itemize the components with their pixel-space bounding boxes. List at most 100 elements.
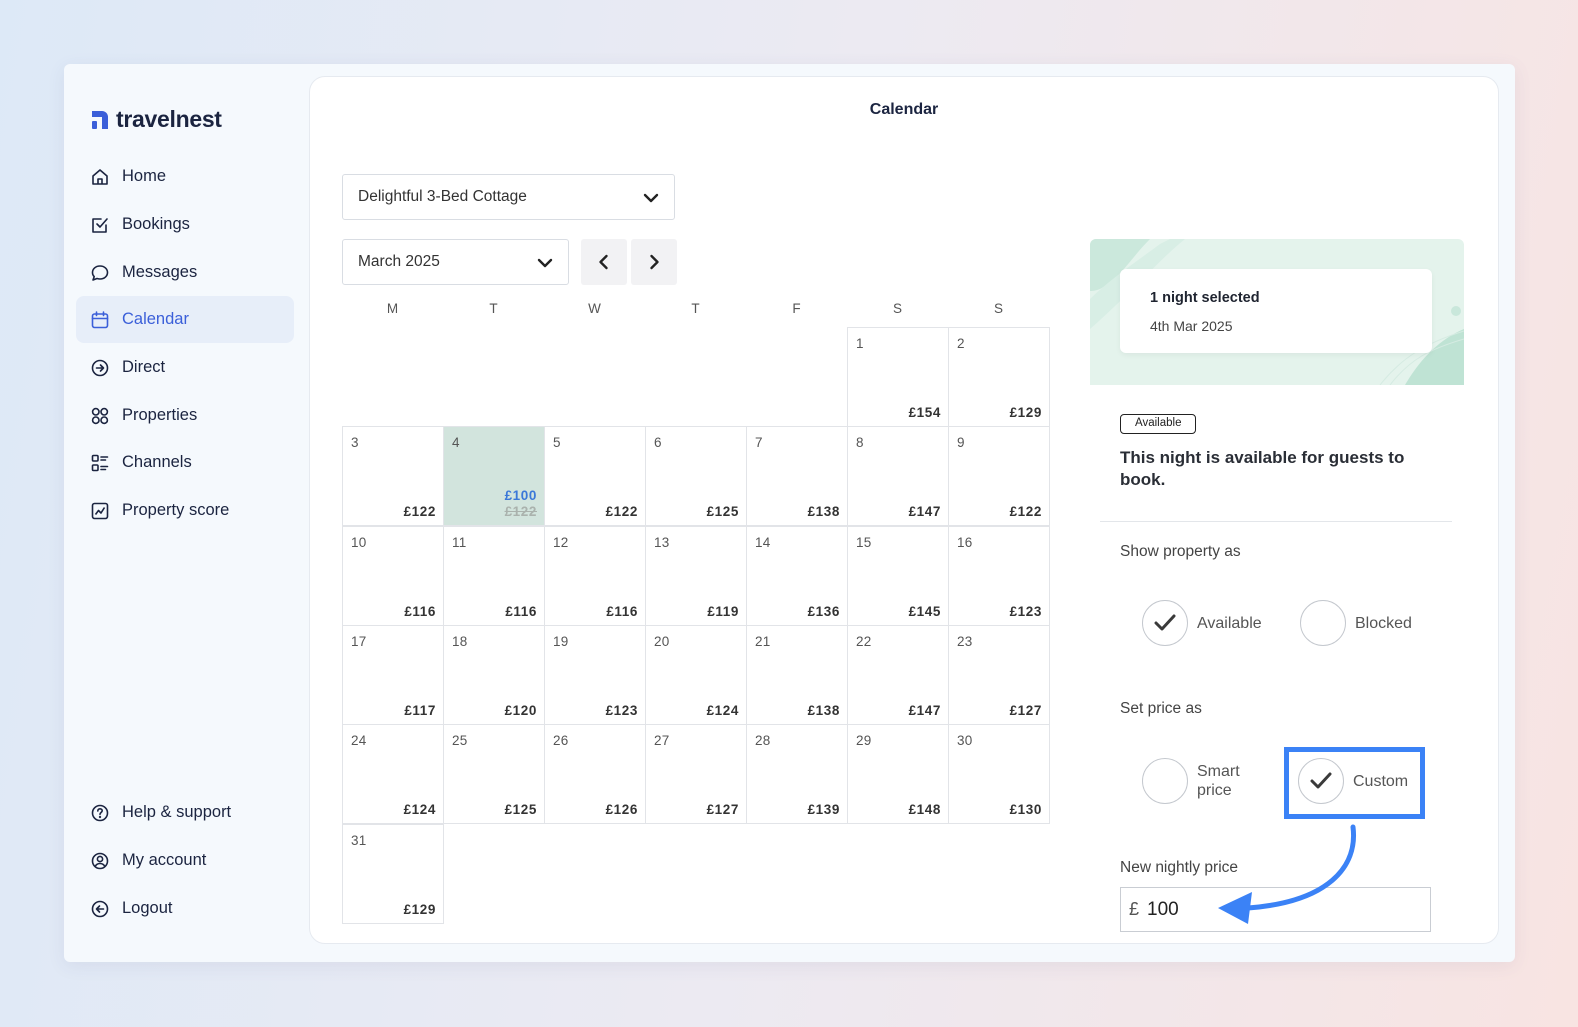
calendar-day[interactable]: 4 £100 £122 xyxy=(443,426,545,527)
day-number: 30 xyxy=(957,733,973,749)
calendar-day[interactable]: 24 £124 xyxy=(342,724,444,825)
sidebar-item-help-support[interactable]: Help & support xyxy=(76,789,294,836)
calendar-day[interactable]: 13 £119 xyxy=(645,525,747,626)
month-select[interactable]: March 2025 xyxy=(342,239,569,285)
calendar-day[interactable]: 5 £122 xyxy=(544,426,646,527)
calendar-day[interactable]: 26 £126 xyxy=(544,724,646,825)
day-number: 17 xyxy=(351,633,367,649)
day-price: £122 xyxy=(403,504,436,520)
calendar-day[interactable]: 14 £136 xyxy=(746,525,848,626)
sidebar-item-label: Messages xyxy=(122,263,198,281)
calendar-day[interactable]: 29 £148 xyxy=(847,724,949,825)
day-number: 12 xyxy=(553,534,569,550)
day-price: £129 xyxy=(403,901,436,917)
calendar-day[interactable]: 9 £122 xyxy=(948,426,1050,527)
calendar-day[interactable]: 23 £127 xyxy=(948,624,1050,725)
sidebar-item-channels[interactable]: Channels xyxy=(76,439,294,486)
calendar-day[interactable]: 27 £127 xyxy=(645,724,747,825)
old-day-price: £122 xyxy=(504,504,537,520)
calendar-day[interactable]: 3 £122 xyxy=(342,426,444,527)
calendar-day[interactable]: 11 £116 xyxy=(443,525,545,626)
home-icon xyxy=(92,168,108,185)
bookings-icon xyxy=(92,217,108,233)
smart-price-option-label[interactable]: Smart price xyxy=(1197,762,1257,800)
calendar-day[interactable]: 12 £116 xyxy=(544,525,646,626)
calendar-day[interactable]: 16 £123 xyxy=(948,525,1050,626)
messages-icon xyxy=(91,264,109,281)
nightly-price-input[interactable]: £ 100 xyxy=(1120,887,1431,932)
sidebar-item-messages[interactable]: Messages xyxy=(76,249,294,296)
main-content: Calendar Delightful 3-Bed Cottage March … xyxy=(309,76,1499,944)
brand-logo[interactable]: travelnest xyxy=(90,106,222,133)
day-price: £129 xyxy=(1009,405,1042,420)
calendar-day[interactable]: 31 £129 xyxy=(342,823,444,924)
calendar-day[interactable]: 25 £125 xyxy=(443,724,545,825)
sidebar-item-properties[interactable]: Properties xyxy=(76,392,294,439)
sidebar-item-bookings[interactable]: Bookings xyxy=(76,201,294,248)
sidebar-item-property-score[interactable]: Property score xyxy=(76,487,294,534)
sidebar-item-home[interactable]: Home xyxy=(76,153,294,200)
calendar-day[interactable]: 21 £138 xyxy=(746,624,848,725)
day-number: 2 xyxy=(957,336,965,351)
day-price: £138 xyxy=(807,504,840,520)
available-radio[interactable] xyxy=(1142,600,1188,646)
check-icon xyxy=(1154,614,1176,631)
weekday-header: T xyxy=(691,301,700,316)
calendar-day[interactable]: 17 £117 xyxy=(342,624,444,725)
day-number: 28 xyxy=(755,733,771,749)
day-price: £139 xyxy=(807,802,840,818)
sidebar-item-calendar[interactable]: Calendar xyxy=(76,296,294,343)
chevron-left-icon xyxy=(599,254,608,270)
day-number: 7 xyxy=(755,435,763,451)
day-number: 5 xyxy=(553,435,561,451)
next-month-button[interactable] xyxy=(631,239,677,285)
calendar-day[interactable]: 2 £129 xyxy=(948,327,1050,427)
day-price: £136 xyxy=(807,603,840,619)
day-price: £125 xyxy=(504,802,537,818)
calendar-day[interactable]: 18 £120 xyxy=(443,624,545,725)
day-details-panel: 1 night selected 4th Mar 2025 Available … xyxy=(1090,239,1464,939)
sidebar-item-direct[interactable]: Direct xyxy=(76,344,294,391)
nights-selected-label: 1 night selected xyxy=(1150,290,1260,306)
property-select[interactable]: Delightful 3-Bed Cottage xyxy=(342,174,675,220)
calendar-day[interactable]: 22 £147 xyxy=(847,624,949,725)
day-price: £130 xyxy=(1009,802,1042,818)
sidebar-item-label: Bookings xyxy=(122,215,190,233)
day-price: £125 xyxy=(706,504,739,520)
day-number: 14 xyxy=(755,534,771,550)
chevron-right-icon xyxy=(650,254,659,270)
day-price: £116 xyxy=(404,603,436,619)
sidebar-item-label: Direct xyxy=(122,358,166,376)
day-number: 25 xyxy=(452,733,468,749)
selection-banner: 1 night selected 4th Mar 2025 xyxy=(1090,239,1464,385)
day-price: £120 xyxy=(504,702,537,718)
smart-price-radio[interactable] xyxy=(1142,758,1188,804)
month-select-value: March 2025 xyxy=(358,253,440,270)
sidebar-item-label: Calendar xyxy=(122,310,189,328)
day-price: £127 xyxy=(1009,702,1042,718)
calendar-day[interactable]: 30 £130 xyxy=(948,724,1050,825)
sidebar-item-label: Help & support xyxy=(122,803,232,821)
page-title: Calendar xyxy=(869,101,939,118)
calendar-day[interactable]: 19 £123 xyxy=(544,624,646,725)
travelnest-logo-icon xyxy=(90,109,110,131)
calendar-day[interactable]: 8 £147 xyxy=(847,426,949,527)
availability-message: This night is available for guests to bo… xyxy=(1120,448,1405,489)
calendar-day[interactable]: 10 £116 xyxy=(342,525,444,626)
calendar-day[interactable]: 20 £124 xyxy=(645,624,747,725)
day-number: 13 xyxy=(654,534,670,550)
calendar-day[interactable]: 15 £145 xyxy=(847,525,949,626)
sidebar-item-logout[interactable]: Logout xyxy=(76,885,294,932)
day-number: 20 xyxy=(654,633,670,649)
selection-summary-card: 1 night selected 4th Mar 2025 xyxy=(1120,269,1432,353)
calendar-day[interactable]: 1 £154 xyxy=(847,327,949,427)
blocked-radio[interactable] xyxy=(1300,600,1346,646)
blocked-option-label[interactable]: Blocked xyxy=(1355,614,1412,633)
calendar-day[interactable]: 6 £125 xyxy=(645,426,747,527)
calendar-day[interactable]: 7 £138 xyxy=(746,426,848,527)
available-option-label[interactable]: Available xyxy=(1197,614,1262,633)
sidebar-item-my-account[interactable]: My account xyxy=(76,837,294,884)
previous-month-button[interactable] xyxy=(581,239,627,285)
chevron-down-icon xyxy=(537,258,553,268)
calendar-day[interactable]: 28 £139 xyxy=(746,724,848,825)
